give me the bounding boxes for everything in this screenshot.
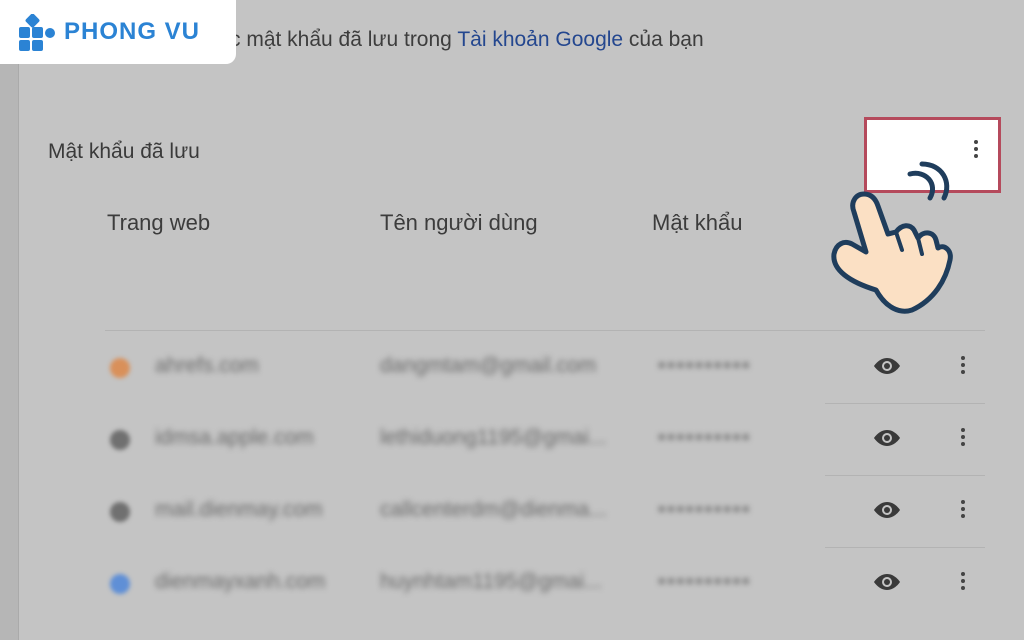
- favicon: [110, 574, 130, 594]
- divider: [105, 330, 985, 331]
- section-title: Mật khẩu đã lưu: [48, 140, 200, 163]
- google-account-link[interactable]: Tài khoản Google: [457, 28, 623, 51]
- header-suffix: của bạn: [623, 28, 704, 51]
- column-header-site: Trang web: [107, 210, 211, 235]
- favicon: [110, 430, 130, 450]
- eye-icon[interactable]: [873, 572, 901, 592]
- phongvu-logo-icon: [19, 14, 55, 51]
- row-site: ahrefs.com: [155, 354, 259, 377]
- row-site: dienmayxanh.com: [155, 570, 326, 593]
- row-site: idmsa.apple.com: [155, 426, 314, 449]
- row-password: ••••••••••: [658, 498, 752, 521]
- phongvu-logo: PHONG VU: [0, 0, 236, 64]
- header-description: c mật khẩu đã lưu trong Tài khoản Google…: [230, 28, 704, 52]
- table-row: idmsa.apple.com lethiduong1195@gmai... •…: [0, 404, 1024, 476]
- header-prefix: c mật khẩu đã lưu trong: [230, 28, 458, 51]
- row-site: mail.dienmay.com: [155, 498, 323, 521]
- favicon: [110, 358, 130, 378]
- eye-icon[interactable]: [873, 500, 901, 520]
- row-user: huynhtam1195@gmai...: [380, 570, 602, 593]
- row-user: callcenterdm@dienma...: [380, 498, 607, 521]
- row-user: dangmtam@gmail.com: [380, 354, 597, 377]
- hand-pointer-icon: [831, 161, 953, 314]
- more-vert-icon[interactable]: [960, 356, 966, 374]
- favicon: [110, 502, 130, 522]
- eye-icon[interactable]: [873, 356, 901, 376]
- more-vert-icon[interactable]: [960, 428, 966, 446]
- table-row: ahrefs.com dangmtam@gmail.com ••••••••••: [0, 332, 1024, 404]
- eye-icon[interactable]: [873, 428, 901, 448]
- row-password: ••••••••••: [658, 354, 752, 377]
- row-password: ••••••••••: [658, 426, 752, 449]
- table-row: mail.dienmay.com callcenterdm@dienma... …: [0, 476, 1024, 548]
- row-password: ••••••••••: [658, 570, 752, 593]
- column-header-user: Tên người dùng: [380, 210, 538, 235]
- logo-text: PHONG VU: [64, 18, 201, 45]
- table-row: dienmayxanh.com huynhtam1195@gmai... •••…: [0, 548, 1024, 620]
- more-vert-icon[interactable]: [973, 140, 979, 158]
- row-user: lethiduong1195@gmai...: [380, 426, 607, 449]
- column-header-password: Mật khẩu: [652, 210, 743, 235]
- more-vert-icon[interactable]: [960, 500, 966, 518]
- more-vert-icon[interactable]: [960, 572, 966, 590]
